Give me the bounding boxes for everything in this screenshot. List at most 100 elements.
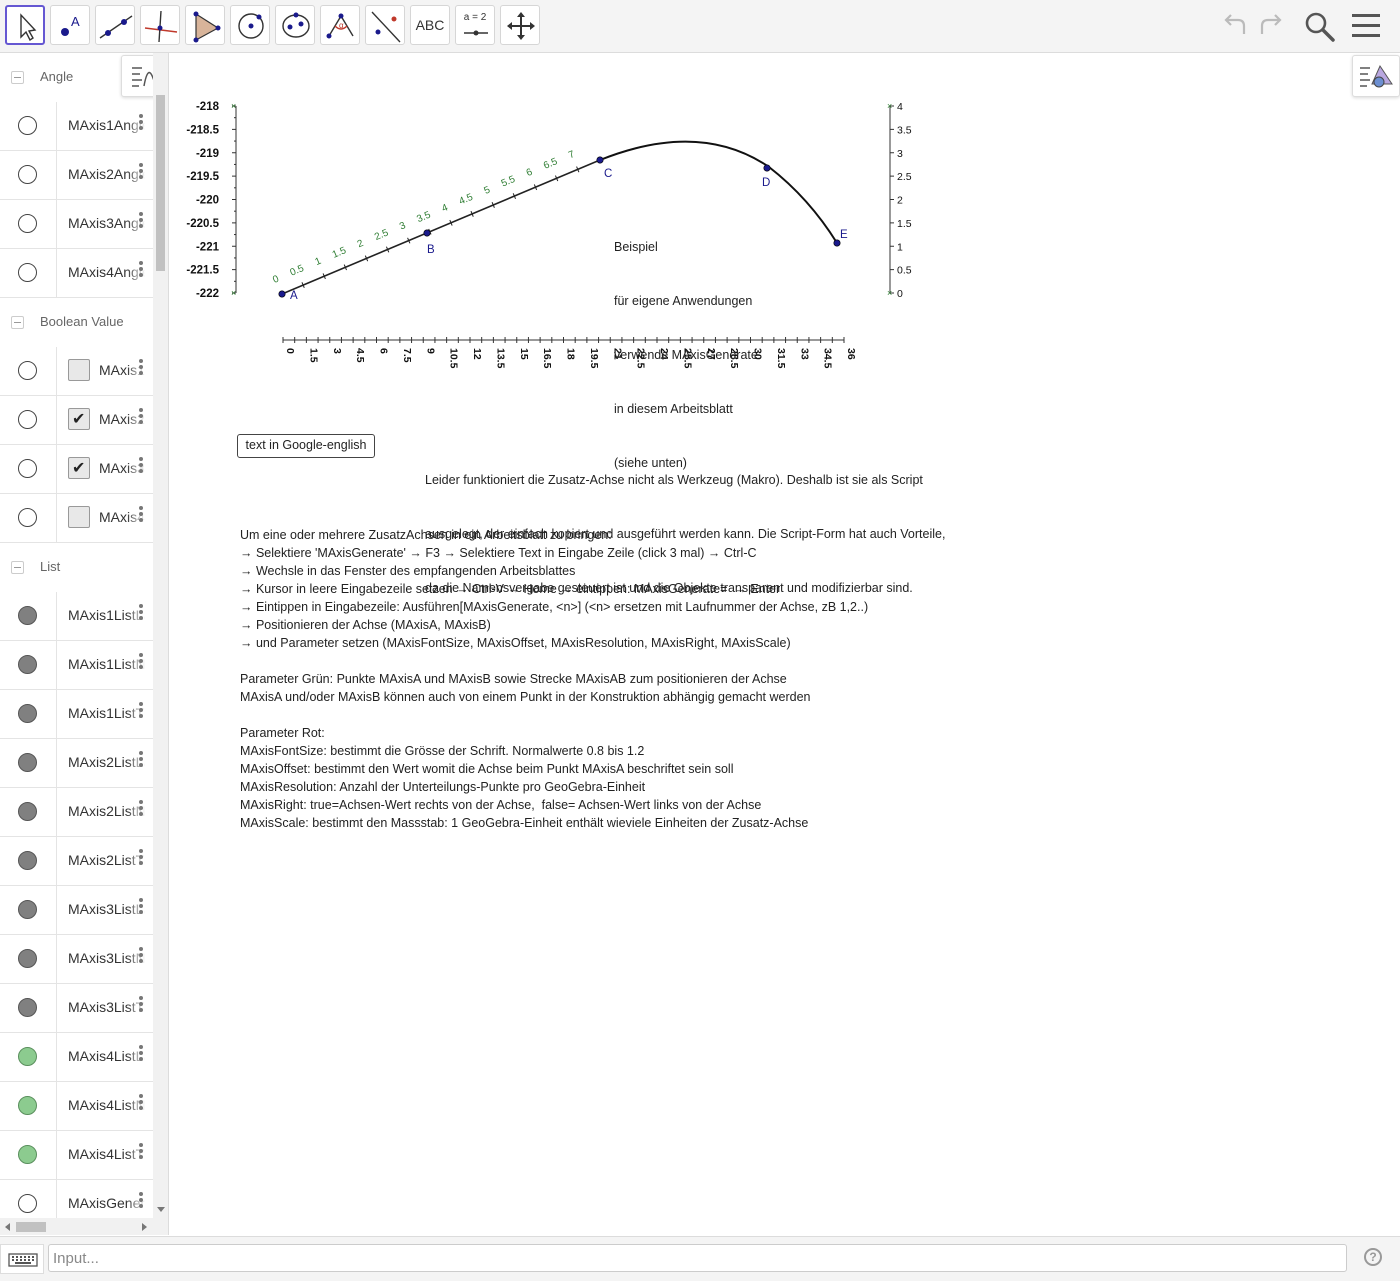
visibility-toggle[interactable] bbox=[18, 655, 37, 674]
more-options-icon[interactable] bbox=[139, 1143, 143, 1161]
point-d[interactable] bbox=[763, 164, 771, 172]
text-tool-button[interactable]: ABC bbox=[410, 5, 450, 45]
algebra-item[interactable]: MAxis4ListNum bbox=[0, 1082, 153, 1131]
algebra-item[interactable]: MAxis2ListLa bbox=[0, 739, 153, 788]
more-options-icon[interactable] bbox=[139, 898, 143, 916]
more-options-icon[interactable] bbox=[139, 163, 143, 181]
scroll-left-icon[interactable] bbox=[3, 1222, 11, 1232]
circle-tool-button[interactable] bbox=[230, 5, 270, 45]
visibility-toggle[interactable] bbox=[18, 851, 37, 870]
input-field[interactable]: Input... bbox=[48, 1244, 1347, 1272]
algebra-item[interactable]: MAxis1R bbox=[0, 347, 153, 396]
collapse-icon[interactable] bbox=[11, 561, 24, 574]
move-graphics-view-button[interactable] bbox=[500, 5, 540, 45]
more-options-icon[interactable] bbox=[139, 604, 143, 622]
algebra-section-header[interactable]: List bbox=[0, 543, 153, 592]
perpendicular-tool-button[interactable] bbox=[140, 5, 180, 45]
help-icon[interactable]: ? bbox=[1364, 1248, 1382, 1266]
algebra-section-header[interactable]: Boolean Value bbox=[0, 298, 153, 347]
redo-icon[interactable] bbox=[1256, 8, 1286, 44]
point-tool-button[interactable]: A bbox=[50, 5, 90, 45]
more-options-icon[interactable] bbox=[139, 800, 143, 818]
keyboard-button[interactable] bbox=[0, 1244, 44, 1274]
visibility-toggle[interactable] bbox=[18, 1096, 37, 1115]
boolean-checkbox[interactable] bbox=[68, 408, 90, 430]
visibility-toggle[interactable] bbox=[18, 361, 37, 380]
google-english-button[interactable]: text in Google-english bbox=[237, 434, 375, 458]
visibility-toggle[interactable] bbox=[18, 116, 37, 135]
collapse-icon[interactable] bbox=[11, 71, 24, 84]
more-options-icon[interactable] bbox=[139, 359, 143, 377]
line-tool-button[interactable] bbox=[95, 5, 135, 45]
algebra-item[interactable]: MAxis3Angle bbox=[0, 200, 153, 249]
algebra-horizontal-scrollbar[interactable] bbox=[0, 1218, 153, 1235]
point-c[interactable] bbox=[596, 156, 604, 164]
more-options-icon[interactable] bbox=[139, 114, 143, 132]
graphics-view[interactable]: -218 -218.5 -219 -219.5 -220 -220.5 -221 -221.5… bbox=[169, 53, 1400, 1235]
more-options-icon[interactable] bbox=[139, 506, 143, 524]
point-b[interactable] bbox=[423, 229, 431, 237]
move-tool-button[interactable] bbox=[5, 5, 45, 45]
visibility-toggle[interactable] bbox=[18, 949, 37, 968]
algebra-item[interactable]: MAxis3ListTic bbox=[0, 984, 153, 1033]
algebra-horizontal-scroll-thumb[interactable] bbox=[16, 1222, 46, 1232]
search-icon[interactable] bbox=[1302, 8, 1336, 44]
algebra-item[interactable]: MAxis1Angle bbox=[0, 102, 153, 151]
visibility-toggle[interactable] bbox=[18, 263, 37, 282]
graphics-canvas[interactable]: -218 -218.5 -219 -219.5 -220 -220.5 -221 -221.5… bbox=[169, 53, 949, 383]
algebra-item[interactable]: MAxis3R bbox=[0, 445, 153, 494]
boolean-checkbox[interactable] bbox=[68, 359, 90, 381]
algebra-item[interactable]: MAxis4R bbox=[0, 494, 153, 543]
algebra-item[interactable]: MAxis1ListLa bbox=[0, 592, 153, 641]
slider-tool-button[interactable]: a = 2 bbox=[455, 5, 495, 45]
algebra-item[interactable]: MAxis2ListNum bbox=[0, 788, 153, 837]
algebra-item[interactable]: MAxis4ListTic bbox=[0, 1131, 153, 1180]
boolean-checkbox[interactable] bbox=[68, 506, 90, 528]
algebra-item[interactable]: MAxis3ListLa bbox=[0, 886, 153, 935]
algebra-item[interactable]: MAxis1ListNum bbox=[0, 641, 153, 690]
polygon-tool-button[interactable] bbox=[185, 5, 225, 45]
more-options-icon[interactable] bbox=[139, 653, 143, 671]
algebra-item[interactable]: MAxis4Angle bbox=[0, 249, 153, 298]
algebra-vertical-scroll-thumb[interactable] bbox=[156, 95, 165, 271]
visibility-toggle[interactable] bbox=[18, 165, 37, 184]
algebra-item[interactable]: MAxis1ListTic bbox=[0, 690, 153, 739]
visibility-toggle[interactable] bbox=[18, 802, 37, 821]
algebra-vertical-scrollbar[interactable] bbox=[153, 53, 168, 1235]
visibility-toggle[interactable] bbox=[18, 606, 37, 625]
algebra-item[interactable]: MAxis2ListTic bbox=[0, 837, 153, 886]
graphics-style-bar-button[interactable] bbox=[1352, 55, 1400, 97]
algebra-item[interactable]: MAxis4ListLa bbox=[0, 1033, 153, 1082]
visibility-toggle[interactable] bbox=[18, 900, 37, 919]
visibility-toggle[interactable] bbox=[18, 753, 37, 772]
undo-icon[interactable] bbox=[1220, 8, 1250, 44]
more-options-icon[interactable] bbox=[139, 212, 143, 230]
more-options-icon[interactable] bbox=[139, 408, 143, 426]
scroll-right-icon[interactable] bbox=[141, 1222, 149, 1232]
algebra-item[interactable]: MAxis2R bbox=[0, 396, 153, 445]
visibility-toggle[interactable] bbox=[18, 998, 37, 1017]
ellipse-tool-button[interactable] bbox=[275, 5, 315, 45]
more-options-icon[interactable] bbox=[139, 457, 143, 475]
visibility-toggle[interactable] bbox=[18, 214, 37, 233]
algebra-item[interactable]: MAxis3ListNum bbox=[0, 935, 153, 984]
visibility-toggle[interactable] bbox=[18, 1194, 37, 1213]
more-options-icon[interactable] bbox=[139, 751, 143, 769]
boolean-checkbox[interactable] bbox=[68, 457, 90, 479]
visibility-toggle[interactable] bbox=[18, 459, 37, 478]
visibility-toggle[interactable] bbox=[18, 410, 37, 429]
more-options-icon[interactable] bbox=[139, 947, 143, 965]
more-options-icon[interactable] bbox=[139, 261, 143, 279]
more-options-icon[interactable] bbox=[139, 996, 143, 1014]
more-options-icon[interactable] bbox=[139, 849, 143, 867]
visibility-toggle[interactable] bbox=[18, 1145, 37, 1164]
scroll-down-icon[interactable] bbox=[156, 1206, 166, 1214]
angle-tool-button[interactable]: α bbox=[320, 5, 360, 45]
visibility-toggle[interactable] bbox=[18, 1047, 37, 1066]
visibility-toggle[interactable] bbox=[18, 704, 37, 723]
visibility-toggle[interactable] bbox=[18, 508, 37, 527]
more-options-icon[interactable] bbox=[139, 1192, 143, 1210]
reflect-tool-button[interactable] bbox=[365, 5, 405, 45]
collapse-icon[interactable] bbox=[11, 316, 24, 329]
instructions-text[interactable]: Um eine oder mehrere ZusatzAchsen in ein… bbox=[240, 526, 868, 832]
